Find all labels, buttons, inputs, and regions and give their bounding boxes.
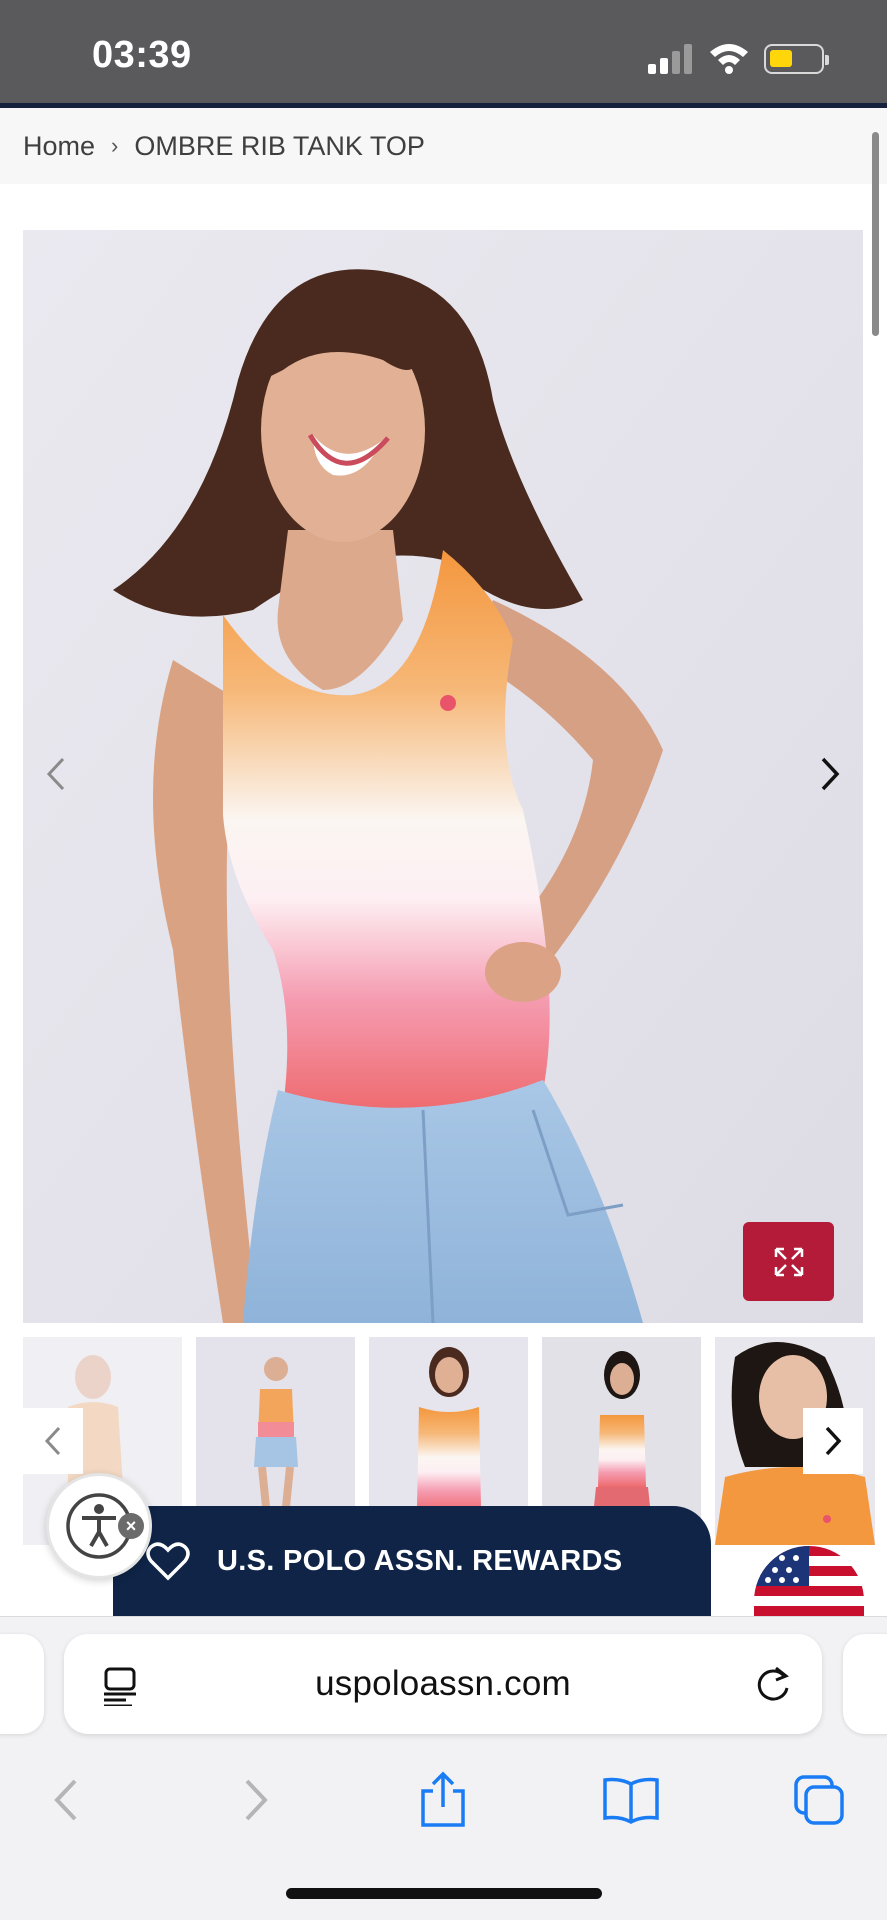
chevron-right-icon: [821, 757, 840, 791]
url-text: uspoloassn.com: [315, 1664, 571, 1703]
forward-icon: [245, 1779, 268, 1821]
breadcrumb-separator: ›: [111, 133, 119, 158]
home-indicator[interactable]: [286, 1888, 602, 1899]
share-icon: [421, 1771, 465, 1827]
bookmarks-icon: [603, 1777, 659, 1824]
status-time: 03:39: [92, 34, 192, 76]
gallery-next-button[interactable]: [808, 752, 852, 796]
status-bar: 03:39: [0, 0, 887, 108]
next-tab-preview[interactable]: [843, 1634, 887, 1734]
battery-level: [770, 50, 792, 67]
chevron-left-icon: [46, 757, 65, 791]
breadcrumb: Home › OMBRE RIB TANK TOP: [0, 108, 887, 184]
signal-icon: [648, 44, 692, 74]
tabs-icon: [794, 1775, 844, 1825]
chevron-left-icon: [44, 1426, 61, 1456]
previous-tab-preview[interactable]: [0, 1634, 44, 1734]
rewards-label: U.S. POLO ASSN. REWARDS: [217, 1544, 623, 1577]
battery-icon: [764, 44, 829, 74]
expand-image-button[interactable]: [743, 1222, 834, 1301]
screen: 03:39 Home › OMBRE RIB TANK TOP U.S. POL…: [0, 0, 887, 1920]
forward-button[interactable]: [226, 1770, 286, 1830]
thumbnails-prev-button[interactable]: [23, 1408, 83, 1474]
model-illustration: [23, 230, 863, 1323]
reader-icon[interactable]: [102, 1666, 138, 1706]
wifi-icon: [710, 44, 748, 74]
expand-icon: [774, 1247, 803, 1276]
rewards-banner[interactable]: U.S. POLO ASSN. REWARDS: [113, 1506, 711, 1616]
bookmarks-button[interactable]: [601, 1770, 661, 1830]
gallery-prev-button[interactable]: [34, 752, 78, 796]
breadcrumb-current: OMBRE RIB TANK TOP: [134, 130, 425, 161]
share-button[interactable]: [413, 1770, 473, 1830]
main-product-image[interactable]: [23, 230, 863, 1323]
accessibility-close-button[interactable]: ×: [118, 1513, 144, 1539]
thumbnails-next-button[interactable]: [803, 1408, 863, 1474]
us-flag-icon[interactable]: [754, 1546, 864, 1616]
breadcrumb-home-link[interactable]: Home: [23, 131, 95, 162]
chevron-right-icon: [825, 1426, 842, 1456]
address-bar[interactable]: uspoloassn.com: [64, 1634, 822, 1734]
scrollbar[interactable]: [872, 132, 879, 336]
close-icon: ×: [125, 1515, 137, 1536]
heart-icon: [146, 1542, 190, 1581]
back-button[interactable]: [36, 1770, 96, 1830]
tabs-button[interactable]: [789, 1770, 849, 1830]
reload-icon[interactable]: [754, 1664, 792, 1704]
back-icon: [54, 1779, 77, 1821]
